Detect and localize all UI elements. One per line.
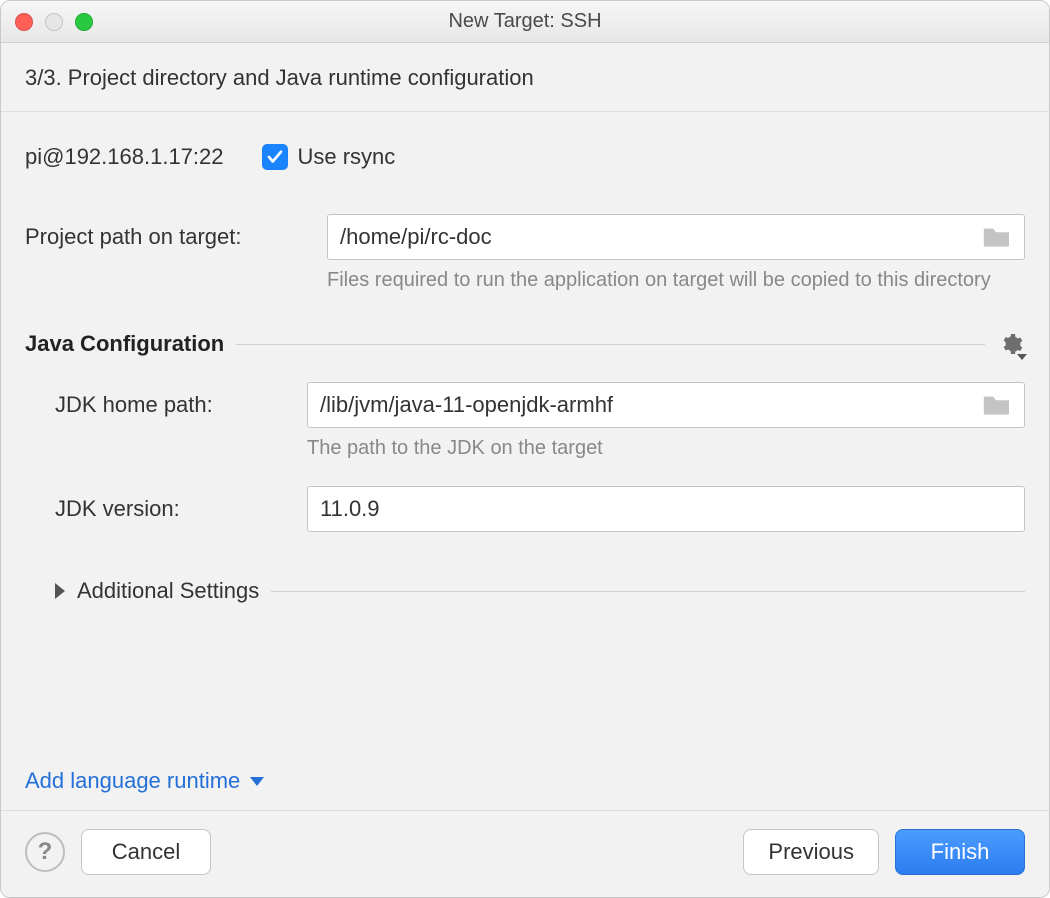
jdk-home-hint: The path to the JDK on the target xyxy=(307,434,1007,462)
browse-folder-icon[interactable] xyxy=(980,223,1014,251)
project-path-input[interactable]: /home/pi/rc-doc xyxy=(327,214,1025,260)
dialog-content: pi@192.168.1.17:22 Use rsync Project pat… xyxy=(1,112,1049,810)
project-path-value: /home/pi/rc-doc xyxy=(340,224,980,250)
maximize-window-icon[interactable] xyxy=(75,13,93,31)
cancel-label: Cancel xyxy=(112,839,180,865)
previous-label: Previous xyxy=(768,839,854,865)
help-button[interactable]: ? xyxy=(25,832,65,872)
java-config-section-header: Java Configuration xyxy=(25,330,1025,358)
jdk-version-value: 11.0.9 xyxy=(320,496,1014,522)
java-config-fields: JDK home path: /lib/jvm/java-11-openjdk-… xyxy=(55,382,1025,532)
minimize-window-icon[interactable] xyxy=(45,13,63,31)
jdk-home-value: /lib/jvm/java-11-openjdk-armhf xyxy=(320,392,980,418)
project-path-hint: Files required to run the application on… xyxy=(327,266,1025,294)
titlebar: New Target: SSH xyxy=(1,1,1049,43)
dialog-window: New Target: SSH 3/3. Project directory a… xyxy=(0,0,1050,898)
previous-button[interactable]: Previous xyxy=(743,829,879,875)
cancel-button[interactable]: Cancel xyxy=(81,829,211,875)
window-title: New Target: SSH xyxy=(1,10,1049,33)
jdk-version-input[interactable]: 11.0.9 xyxy=(307,486,1025,532)
jdk-home-label: JDK home path: xyxy=(55,382,295,418)
use-rsync-label: Use rsync xyxy=(298,144,396,170)
step-header: 3/3. Project directory and Java runtime … xyxy=(1,43,1049,112)
dialog-footer: ? Cancel Previous Finish xyxy=(1,810,1049,897)
additional-settings-label: Additional Settings xyxy=(77,578,259,604)
add-language-runtime-label: Add language runtime xyxy=(25,768,240,794)
connection-row: pi@192.168.1.17:22 Use rsync xyxy=(25,144,1025,170)
use-rsync-checkbox[interactable]: Use rsync xyxy=(262,144,396,170)
host-label: pi@192.168.1.17:22 xyxy=(25,144,224,170)
finish-button[interactable]: Finish xyxy=(895,829,1025,875)
divider xyxy=(271,591,1025,592)
finish-label: Finish xyxy=(931,839,990,865)
additional-settings-toggle[interactable]: Additional Settings xyxy=(55,578,1025,604)
browse-folder-icon[interactable] xyxy=(980,391,1014,419)
divider xyxy=(236,344,985,345)
project-path-row: Project path on target: /home/pi/rc-doc … xyxy=(25,214,1025,294)
window-controls xyxy=(15,13,93,31)
jdk-home-input[interactable]: /lib/jvm/java-11-openjdk-armhf xyxy=(307,382,1025,428)
project-path-label: Project path on target: xyxy=(25,214,315,250)
java-config-title: Java Configuration xyxy=(25,331,224,357)
chevron-down-icon xyxy=(250,777,264,786)
checkbox-checked-icon xyxy=(262,144,288,170)
add-language-runtime-link[interactable]: Add language runtime xyxy=(25,768,264,794)
gear-icon[interactable] xyxy=(997,330,1025,358)
close-window-icon[interactable] xyxy=(15,13,33,31)
chevron-right-icon xyxy=(55,583,65,599)
add-runtime-row: Add language runtime xyxy=(25,744,1025,794)
jdk-version-label: JDK version: xyxy=(55,486,295,522)
